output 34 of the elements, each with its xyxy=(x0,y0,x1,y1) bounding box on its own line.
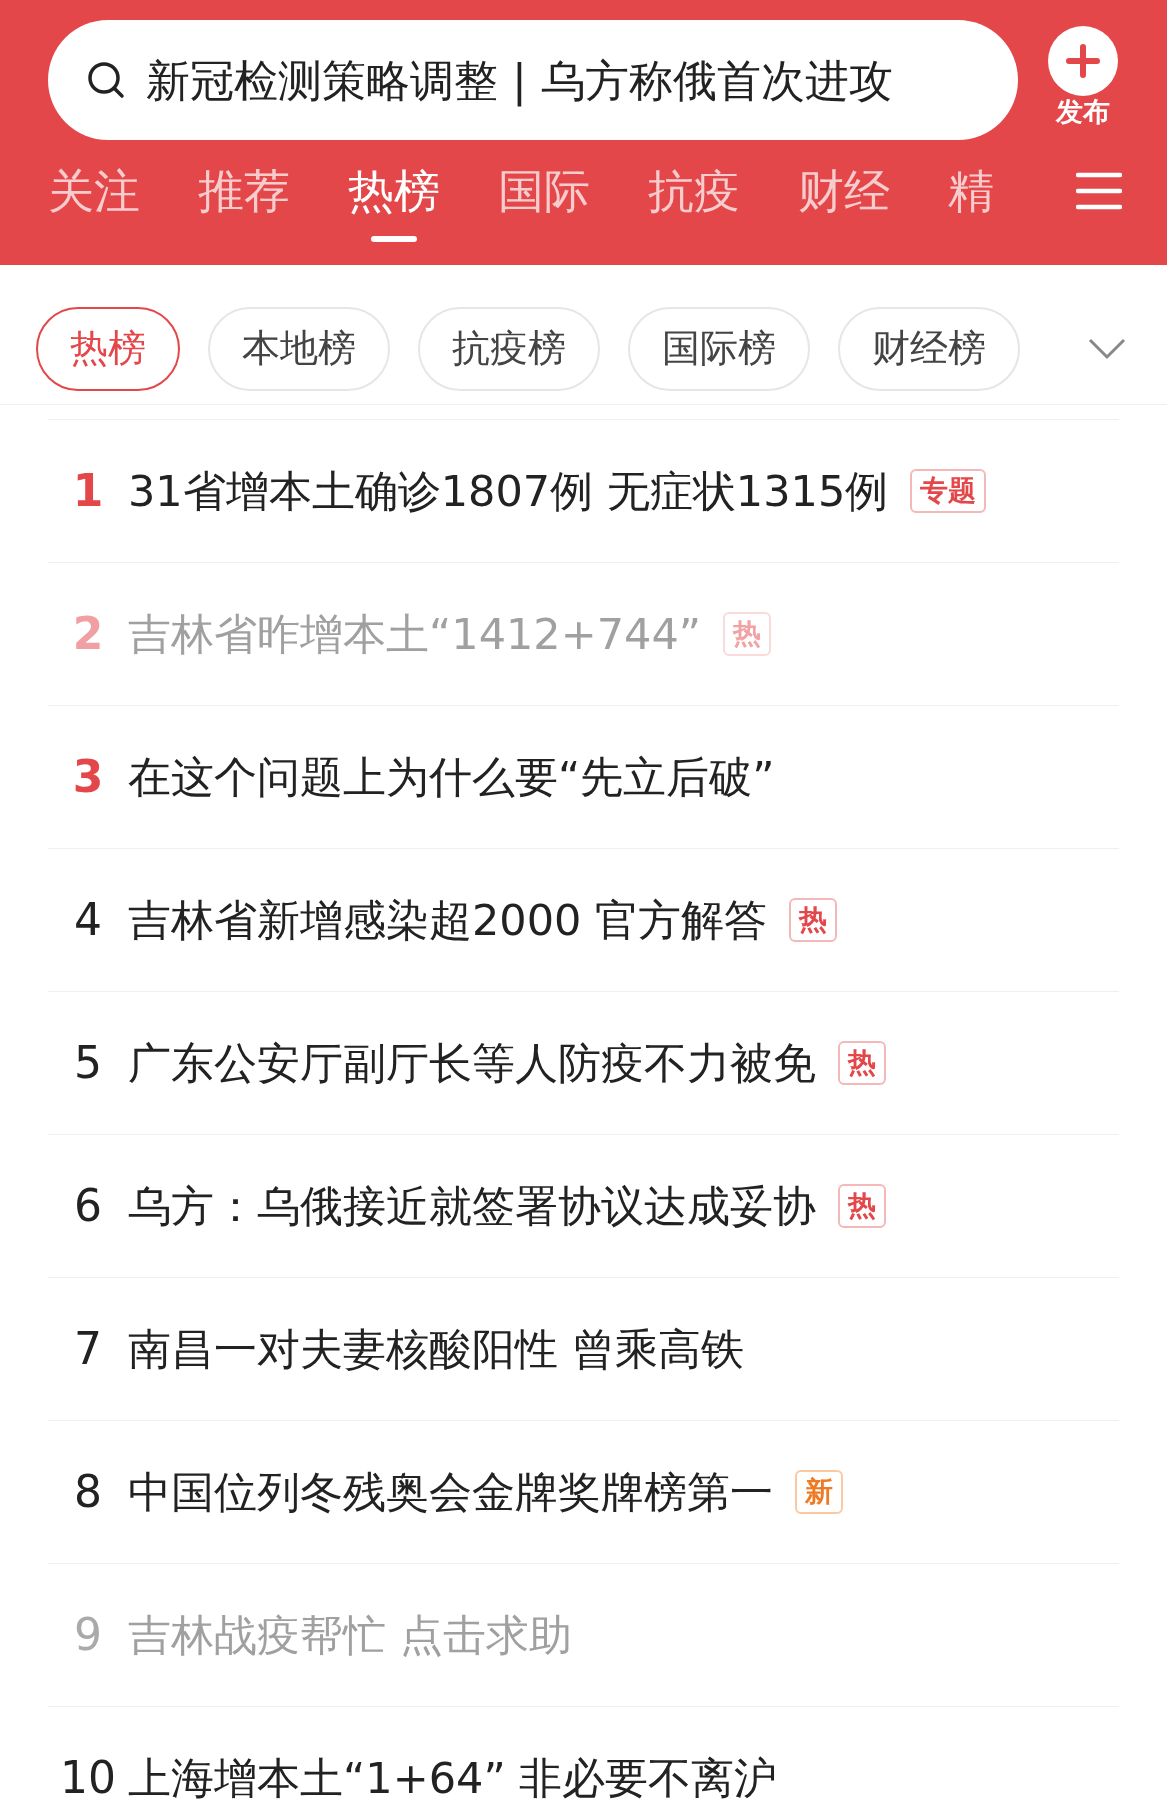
search-icon xyxy=(86,60,126,100)
category-chip[interactable]: 热榜 xyxy=(36,306,180,391)
category-chip[interactable]: 国际榜 xyxy=(628,306,810,391)
rank-number: 3 xyxy=(71,750,105,804)
rank-number: 4 xyxy=(73,893,103,947)
hot-tag: 热 xyxy=(838,1183,886,1229)
new-tag: 新 xyxy=(795,1469,843,1515)
search-field[interactable]: 新冠检测策略调整 | 乌方称俄首次进攻 xyxy=(48,20,1018,140)
headline-link[interactable]: 南昌一对夫妻核酸阳性 曾乘高铁 xyxy=(128,1316,744,1382)
rank-number: 8 xyxy=(73,1465,103,1519)
headline-link[interactable]: 31省增本土确诊1807例 无症状1315例 xyxy=(128,458,889,524)
category-chip[interactable]: 财经榜 xyxy=(838,306,1020,391)
rank-number: 10 xyxy=(59,1751,117,1805)
rank-number: 1 xyxy=(71,464,105,518)
rank-number: 9 xyxy=(73,1608,103,1662)
topic-tag: 专题 xyxy=(910,468,987,514)
rank-number: 7 xyxy=(73,1322,103,1376)
headline-link[interactable]: 上海增本土“1+64” 非必要不离沪 xyxy=(128,1745,778,1811)
headline-link[interactable]: 乌方：乌俄接近就签署协议达成妥协 xyxy=(128,1173,816,1239)
rank-number: 5 xyxy=(73,1036,103,1090)
hot-tag: 热 xyxy=(789,897,838,943)
headline-link[interactable]: 在这个问题上为什么要“先立后破” xyxy=(128,744,775,810)
menu-icon[interactable] xyxy=(1076,172,1122,210)
category-chip[interactable]: 本地榜 xyxy=(208,306,390,391)
rank-number: 6 xyxy=(73,1179,103,1233)
category-chip[interactable]: 抗疫榜 xyxy=(418,306,600,391)
hot-tag: 热 xyxy=(723,611,772,657)
expand-chevron-icon[interactable] xyxy=(1087,336,1127,361)
headline-link[interactable]: 中国位列冬残奥会金牌奖牌榜第一 xyxy=(128,1459,773,1525)
headline-link[interactable]: 广东公安厅副厅长等人防疫不力被免 xyxy=(128,1030,816,1096)
hot-tag: 热 xyxy=(838,1040,886,1086)
headline-link[interactable]: 吉林省新增感染超2000 官方解答 xyxy=(128,887,768,953)
rank-number: 2 xyxy=(71,607,105,661)
nav-tab[interactable]: 热榜 xyxy=(348,162,440,242)
